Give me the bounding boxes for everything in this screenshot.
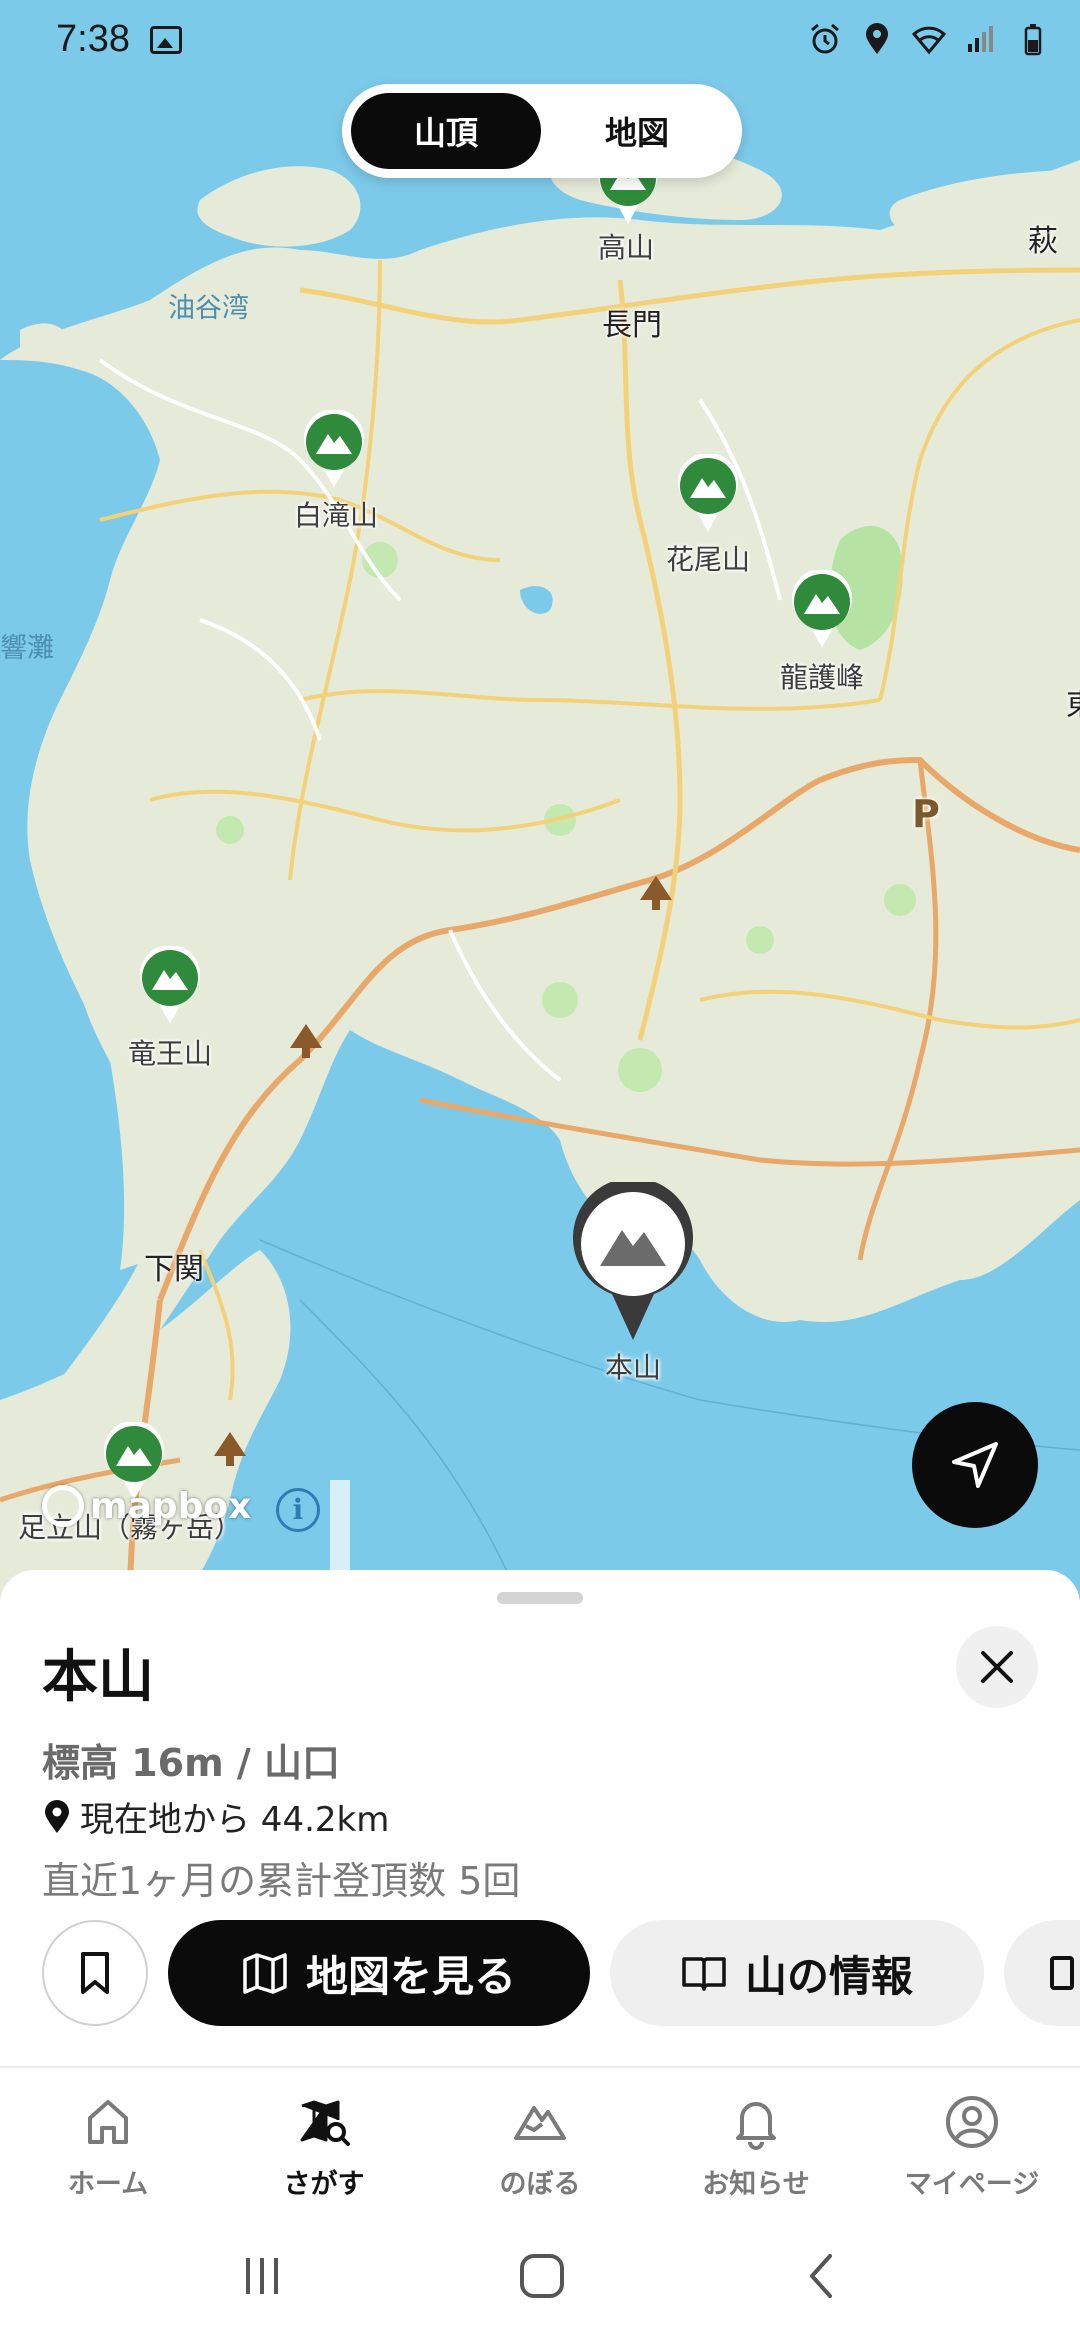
nav-climb-label: のぼる <box>499 2169 581 2200</box>
monthly-climb-count: 直近1ヶ月の累計登頂数 5回 <box>42 1859 521 1903</box>
map-view[interactable]: 長門 萩 下関 P 東 油谷湾 響灘 高山 白滝山 花尾山 龍護峰 竜王山 足立… <box>0 0 1080 1600</box>
peak-pin[interactable] <box>138 944 202 1026</box>
mountain-icon <box>514 2106 566 2140</box>
location-status-icon <box>866 23 888 54</box>
user-avatar-icon <box>946 2096 998 2148</box>
status-time: 7:38 <box>56 18 130 60</box>
attribution-info-icon[interactable]: i <box>276 1488 320 1532</box>
view-toggle: 山頂 地図 <box>342 84 742 178</box>
mountain-pin-icon <box>573 1177 693 1340</box>
nav-mypage-label: マイページ <box>904 2169 1040 2200</box>
wifi-icon <box>912 26 946 55</box>
peak-distance: 現在地から 44.2km <box>42 1792 389 1841</box>
nav-search[interactable]: さがす <box>216 2068 432 2216</box>
view-map-label: 地図を見る <box>305 1951 516 2001</box>
mountain-pin-icon <box>140 944 200 1024</box>
close-icon <box>981 1651 1013 1683</box>
map-search-icon <box>300 2100 350 2146</box>
nav-home-label: ホーム <box>67 2169 149 2200</box>
bell-icon <box>736 2102 776 2150</box>
battery-icon <box>1024 24 1042 56</box>
signal-icon <box>968 26 993 52</box>
partial-action-icon <box>1050 1956 1074 1990</box>
peak-elevation: 標高 16m / 山口 <box>42 1741 341 1785</box>
mountain-pin-icon <box>678 452 738 532</box>
recent-apps-icon[interactable] <box>232 2246 292 2306</box>
more-action-button[interactable] <box>1004 1920 1080 2026</box>
mapbox-logo: mapbox <box>42 1484 251 1528</box>
open-book-icon <box>682 1957 726 1991</box>
system-navigation-bar <box>0 2216 1080 2340</box>
location-pin-icon <box>45 1799 69 1833</box>
bottom-navigation: ホーム さがす のぼる お知らせ マイページ <box>0 2066 1080 2216</box>
nav-home[interactable]: ホーム <box>0 2068 216 2216</box>
gallery-notification-icon <box>150 26 182 54</box>
mapbox-mark-icon <box>42 1485 84 1527</box>
selected-peak-pin[interactable] <box>570 1177 696 1342</box>
peak-label: 竜王山 <box>127 1037 213 1070</box>
toggle-peaks[interactable]: 山頂 <box>351 93 541 169</box>
mountain-info-button[interactable]: 山の情報 <box>610 1920 984 2026</box>
navigation-arrow-icon <box>952 1442 998 1488</box>
alarm-icon <box>811 23 839 54</box>
peak-label: 高山 <box>597 231 655 264</box>
water-label-hibikinada: 響灘 <box>0 633 54 664</box>
home-icon <box>88 2100 128 2144</box>
nav-notifications[interactable]: お知らせ <box>648 2068 864 2216</box>
place-label-nagato: 長門 <box>602 308 662 343</box>
parking-marker: P <box>912 792 940 836</box>
water-label-yuya-bay: 油谷湾 <box>168 293 249 324</box>
bookmark-button[interactable] <box>42 1920 148 2026</box>
mapbox-text: mapbox <box>90 1485 252 1527</box>
selected-peak-label: 本山 <box>604 1351 662 1384</box>
nav-mypage[interactable]: マイページ <box>864 2068 1080 2216</box>
mountain-pin-icon <box>304 408 364 488</box>
close-button[interactable] <box>956 1626 1038 1708</box>
nav-search-label: さがす <box>283 2169 365 2200</box>
home-button-icon[interactable] <box>512 2246 572 2306</box>
nav-climb[interactable]: のぼる <box>432 2068 648 2216</box>
peak-label: 白滝山 <box>293 499 379 532</box>
bookmark-icon <box>81 1952 109 1994</box>
nav-notifications-label: お知らせ <box>702 2169 810 2200</box>
peak-label: 花尾山 <box>665 543 751 576</box>
place-label-shimonoseki: 下関 <box>144 1252 204 1287</box>
mountain-pin-icon <box>792 568 852 648</box>
peak-pin[interactable] <box>790 568 854 650</box>
view-map-button[interactable]: 地図を見る <box>168 1920 590 2026</box>
current-location-button[interactable] <box>912 1402 1038 1528</box>
folded-map-icon <box>243 1953 287 1994</box>
peak-label: 龍護峰 <box>779 661 865 694</box>
place-label-east-edge: 東 <box>1066 680 1080 724</box>
status-bar: 7:38 <box>0 0 1080 80</box>
peak-pin[interactable] <box>302 408 366 490</box>
distance-text: 現在地から 44.2km <box>80 1800 390 1840</box>
place-label-hagi: 萩 <box>1028 224 1058 259</box>
toggle-map[interactable]: 地図 <box>542 93 732 169</box>
action-buttons: 地図を見る 山の情報 <box>42 1920 1080 2026</box>
peak-title: 本山 <box>42 1645 154 1710</box>
back-icon[interactable] <box>792 2246 852 2306</box>
mountain-info-label: 山の情報 <box>744 1951 913 2001</box>
peak-detail-sheet: 本山 標高 16m / 山口 現在地から 44.2km 直近1ヶ月の累計登頂数 … <box>0 1570 1080 2070</box>
sheet-drag-handle[interactable] <box>497 1592 583 1604</box>
peak-pin[interactable] <box>676 452 740 534</box>
